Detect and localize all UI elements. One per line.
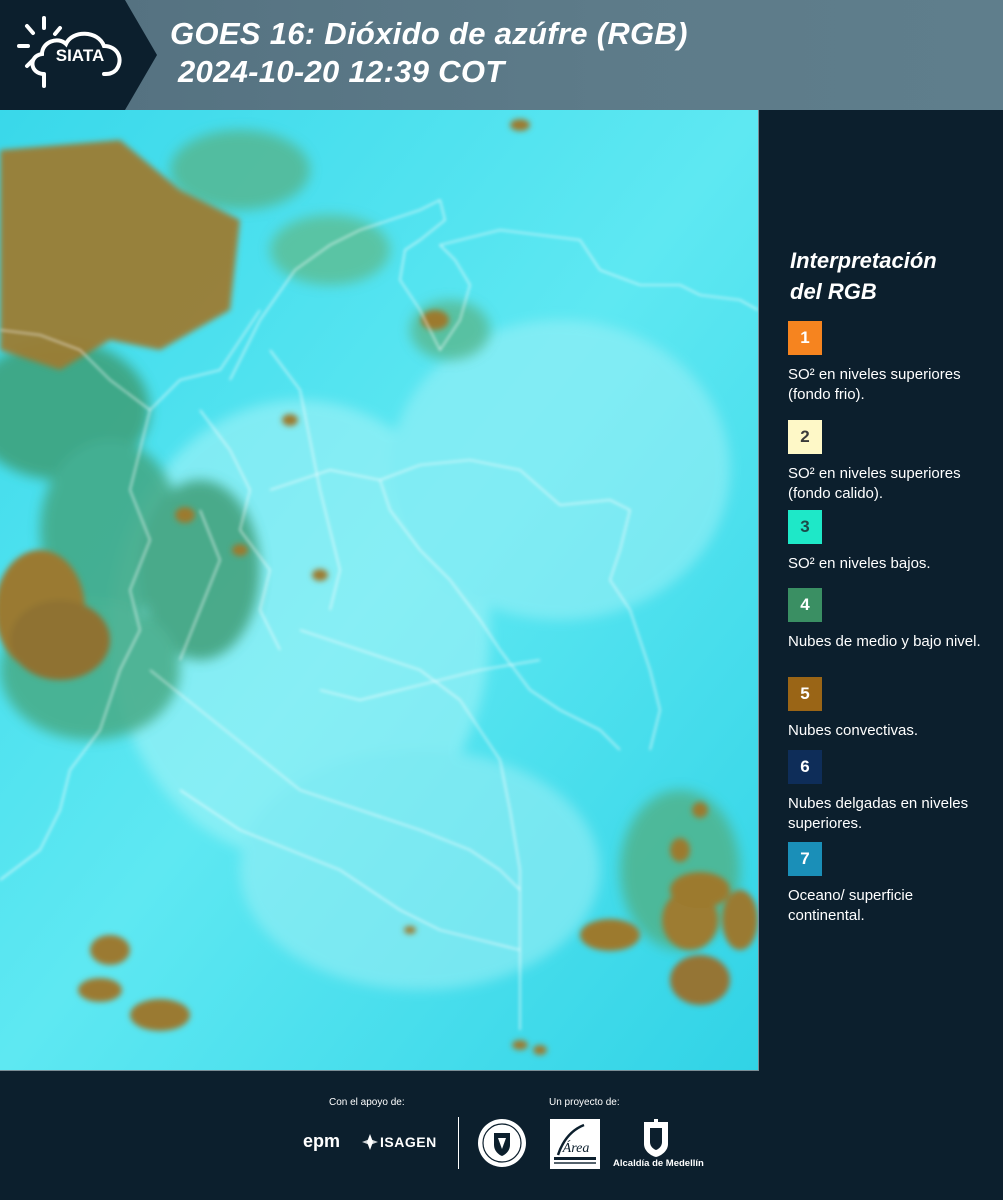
legend-label: SO² en niveles bajos. xyxy=(788,555,931,572)
legend-swatch: 7 xyxy=(788,842,822,876)
page-timestamp: 2024-10-20 12:39 COT xyxy=(178,54,505,89)
legend-label: Nubes convectivas. xyxy=(788,722,919,739)
footer-divider xyxy=(458,1117,459,1169)
satellite-map xyxy=(0,110,759,1071)
legend-label: Nubes de medio y bajo nivel. xyxy=(788,633,981,650)
header-bar: SIATA GOES 16: Dióxido de azúfre (RGB) 2… xyxy=(0,0,1003,110)
legend-item-1: 1 SO² en niveles superiores (fondo frio)… xyxy=(788,321,993,405)
footer: Con el apoyo de: Un proyecto de: epm ISA… xyxy=(0,1071,1003,1200)
legend: Interpretación del RGB 1 SO² en niveles … xyxy=(770,245,998,924)
satellite-map-image xyxy=(0,110,758,1070)
support-label: Con el apoyo de: xyxy=(329,1097,405,1108)
legend-swatch: 3 xyxy=(788,510,822,544)
legend-item-7: 7 Oceano/ superficie continental. xyxy=(788,842,993,926)
epm-logo: epm xyxy=(303,1131,341,1151)
alcaldia-shield-icon xyxy=(644,1119,668,1157)
legend-label: Oceano/ superficie continental. xyxy=(788,887,914,924)
isagen-logo-icon xyxy=(362,1134,378,1150)
medellin-seal-icon xyxy=(478,1119,526,1167)
page-title: GOES 16: Dióxido de azúfre (RGB) xyxy=(170,16,688,51)
legend-item-4: 4 Nubes de medio y bajo nivel. xyxy=(788,588,993,652)
legend-swatch: 1 xyxy=(788,321,822,355)
legend-item-3: 3 SO² en niveles bajos. xyxy=(788,510,993,574)
legend-item-5: 5 Nubes convectivas. xyxy=(788,677,993,741)
alcaldia-logo: Alcaldía de Medellín xyxy=(613,1158,704,1169)
legend-swatch: 5 xyxy=(788,677,822,711)
siata-logo: SIATA xyxy=(0,0,160,110)
svg-text:Área: Área xyxy=(562,1139,590,1156)
legend-title: Interpretación del RGB xyxy=(790,248,937,304)
isagen-logo: ISAGEN xyxy=(380,1134,437,1150)
siata-logo-icon: SIATA xyxy=(0,0,157,110)
legend-swatch: 6 xyxy=(788,750,822,784)
legend-label: SO² en niveles superiores (fondo frio). xyxy=(788,366,961,403)
project-label: Un proyecto de: xyxy=(549,1097,620,1108)
legend-item-6: 6 Nubes delgadas en niveles superiores. xyxy=(788,750,993,834)
legend-swatch: 4 xyxy=(788,588,822,622)
legend-label: SO² en niveles superiores (fondo calido)… xyxy=(788,465,961,502)
legend-label: Nubes delgadas en niveles superiores. xyxy=(788,795,969,832)
area-metropolitana-logo-icon: Área xyxy=(550,1119,600,1169)
legend-swatch: 2 xyxy=(788,420,822,454)
legend-item-2: 2 SO² en niveles superiores (fondo calid… xyxy=(788,420,993,504)
svg-text:SIATA: SIATA xyxy=(56,46,104,65)
